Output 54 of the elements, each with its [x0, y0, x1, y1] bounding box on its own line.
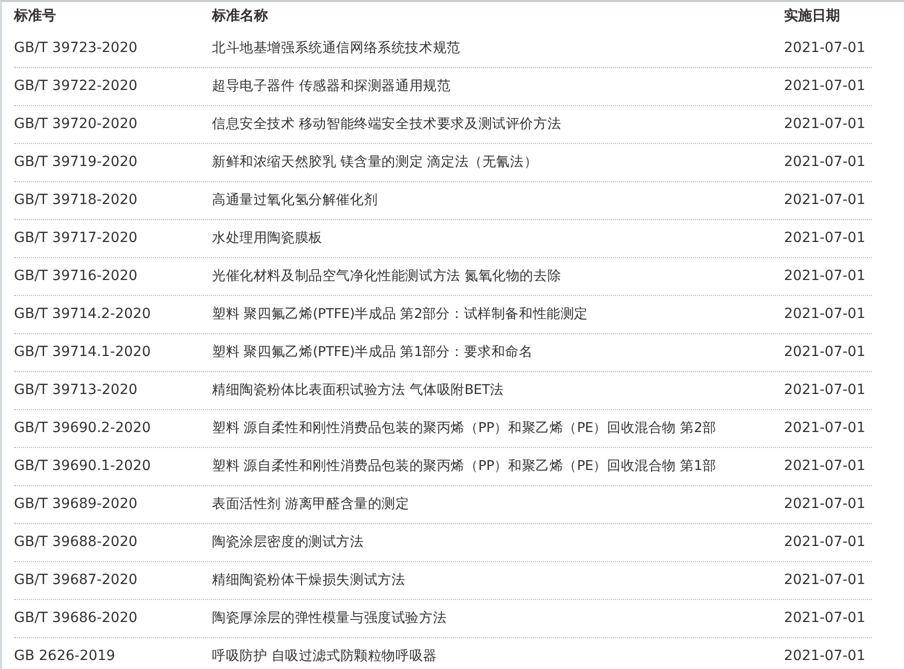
standard-number: GB/T 39689-2020 — [14, 495, 138, 514]
standard-number: GB/T 39686-2020 — [14, 609, 138, 628]
standard-name[interactable]: 信息安全技术 移动智能终端安全技术要求及测试评价方法 — [212, 114, 784, 135]
standard-name[interactable]: 塑料 源自柔性和刚性消费品包装的聚丙烯（PP）和聚乙烯（PE）回收混合物 第1部 — [212, 456, 784, 477]
standard-number: GB/T 39714.1-2020 — [14, 343, 152, 362]
column-header: 实施日期 — [784, 6, 841, 26]
effective-date: 2021-07-01 — [784, 609, 866, 628]
standard-name[interactable]: 表面活性剂 游离甲醛含量的测定 — [212, 494, 784, 515]
standard-name[interactable]: 光催化材料及制品空气净化性能测试方法 氮氧化物的去除 — [212, 266, 784, 287]
standard-name[interactable]: 陶瓷厚涂层的弹性模量与强度试验方法 — [212, 608, 784, 629]
standard-name[interactable]: 陶瓷涂层密度的测试方法 — [212, 532, 784, 553]
effective-date: 2021-07-01 — [784, 305, 866, 324]
standard-name[interactable]: 精细陶瓷粉体比表面积试验方法 气体吸附BET法 — [212, 380, 784, 401]
standard-name[interactable]: 北斗地基增强系统通信网络系统技术规范 — [212, 38, 784, 59]
standard-name[interactable]: 水处理用陶瓷膜板 — [212, 228, 784, 249]
standard-name[interactable]: 呼吸防护 自吸过滤式防颗粒物呼吸器 — [212, 646, 784, 667]
effective-date: 2021-07-01 — [784, 647, 866, 666]
standard-name[interactable]: 新鲜和浓缩天然胶乳 镁含量的测定 滴定法（无氰法） — [212, 152, 784, 173]
effective-date: 2021-07-01 — [784, 229, 866, 248]
standard-name[interactable]: 塑料 源自柔性和刚性消费品包装的聚丙烯（PP）和聚乙烯（PE）回收混合物 第2部 — [212, 418, 784, 439]
effective-date: 2021-07-01 — [784, 533, 866, 552]
standard-number: GB/T 39688-2020 — [14, 533, 138, 552]
standard-name[interactable]: 精细陶瓷粉体干燥损失测试方法 — [212, 570, 784, 591]
effective-date: 2021-07-01 — [784, 571, 866, 590]
standard-name[interactable]: 塑料 聚四氟乙烯(PTFE)半成品 第1部分：要求和命名 — [212, 342, 784, 363]
standard-number: GB/T 39717-2020 — [14, 229, 138, 248]
standard-number: GB/T 39690.1-2020 — [14, 457, 152, 476]
standard-name[interactable]: 塑料 聚四氟乙烯(PTFE)半成品 第2部分：试样制备和性能测定 — [212, 304, 784, 325]
standard-number: GB/T 39723-2020 — [14, 39, 138, 58]
standard-number: GB/T 39713-2020 — [14, 381, 138, 400]
column-header: 标准名称 — [212, 6, 269, 26]
effective-date: 2021-07-01 — [784, 419, 866, 438]
standard-number: GB/T 39690.2-2020 — [14, 419, 152, 438]
effective-date: 2021-07-01 — [784, 77, 866, 96]
standard-number: GB/T 39719-2020 — [14, 153, 138, 172]
standard-number: GB 2626-2019 — [14, 647, 116, 666]
standard-number: GB/T 39714.2-2020 — [14, 305, 152, 324]
effective-date: 2021-07-01 — [784, 115, 866, 134]
effective-date: 2021-07-01 — [784, 457, 866, 476]
effective-date: 2021-07-01 — [784, 39, 866, 58]
standard-number: GB/T 39722-2020 — [14, 77, 138, 96]
effective-date: 2021-07-01 — [784, 191, 866, 210]
effective-date: 2021-07-01 — [784, 343, 866, 362]
effective-date: 2021-07-01 — [784, 381, 866, 400]
standard-number: GB/T 39718-2020 — [14, 191, 138, 210]
standard-number: GB/T 39720-2020 — [14, 115, 138, 134]
standard-number: GB/T 39687-2020 — [14, 571, 138, 590]
standard-name[interactable]: 高通量过氧化氢分解催化剂 — [212, 190, 784, 211]
column-header: 标准号 — [14, 6, 57, 26]
standard-number: GB/T 39716-2020 — [14, 267, 138, 286]
effective-date: 2021-07-01 — [784, 267, 866, 286]
standard-name[interactable]: 超导电子器件 传感器和探测器通用规范 — [212, 76, 784, 97]
effective-date: 2021-07-01 — [784, 153, 866, 172]
effective-date: 2021-07-01 — [784, 495, 866, 514]
